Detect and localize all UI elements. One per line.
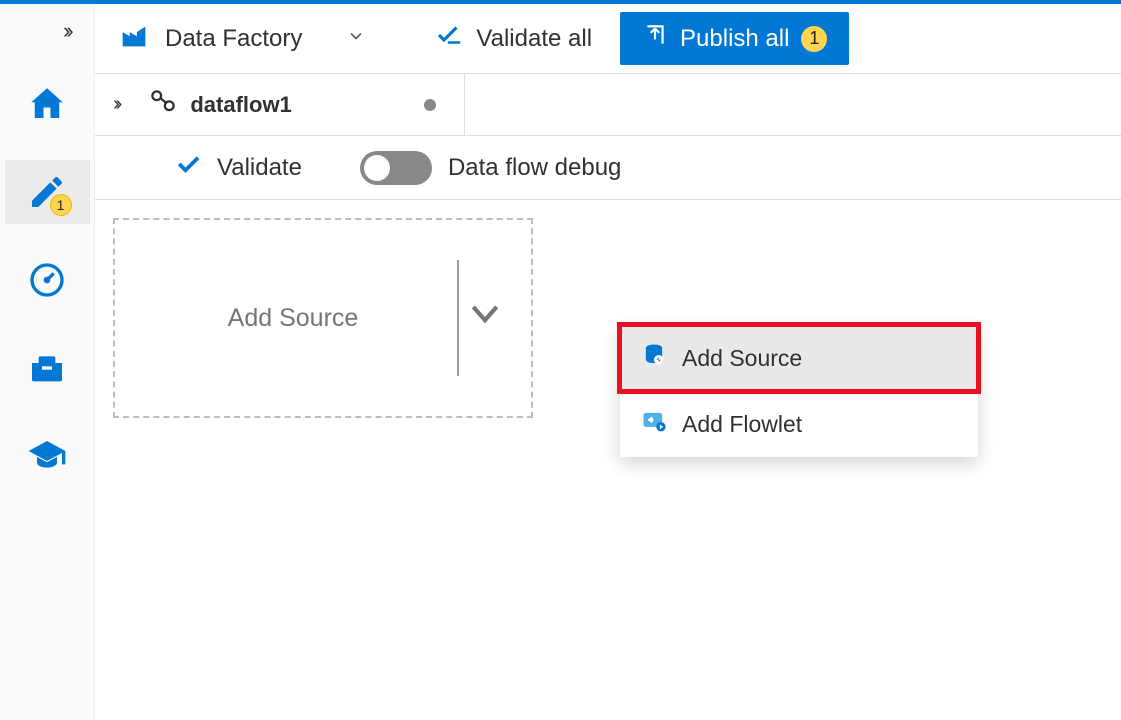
- tab-collapse-button[interactable]: ››: [95, 93, 136, 116]
- dataflow-toolbar: Validate Data flow debug: [95, 136, 1121, 200]
- check-icon: [173, 149, 203, 186]
- debug-toggle[interactable]: [360, 151, 432, 185]
- top-header-bar: Data Factory Validate all Publish all 1: [95, 4, 1121, 74]
- author-badge: 1: [50, 194, 72, 216]
- flowlet-icon: [640, 407, 668, 441]
- toggle-knob: [364, 155, 390, 181]
- nav-manage[interactable]: [5, 336, 90, 400]
- tab-strip: ›› dataflow1: [95, 74, 1121, 136]
- debug-toggle-label: Data flow debug: [448, 154, 621, 182]
- validate-all-label: Validate all: [476, 25, 592, 53]
- database-icon: [640, 341, 668, 375]
- collapse-rail-button[interactable]: ››: [55, 14, 78, 48]
- validate-all-button[interactable]: Validate all: [424, 14, 602, 63]
- dropdown-add-flowlet[interactable]: Add Flowlet: [620, 391, 978, 457]
- tab-dataflow1[interactable]: dataflow1: [136, 74, 464, 135]
- publish-all-button[interactable]: Publish all 1: [620, 12, 849, 65]
- nav-author[interactable]: 1: [5, 160, 90, 224]
- dropdown-add-source[interactable]: Add Source: [620, 325, 978, 391]
- factory-selector[interactable]: Data Factory: [107, 12, 376, 65]
- main-panel: Data Factory Validate all Publish all 1: [95, 4, 1121, 720]
- checklist-icon: [434, 20, 464, 57]
- dataflow-icon: [148, 87, 178, 123]
- tab-title: dataflow1: [190, 92, 291, 118]
- dropdown-add-flowlet-label: Add Flowlet: [682, 411, 802, 438]
- publish-label: Publish all: [680, 25, 789, 53]
- toolbox-icon: [27, 348, 67, 388]
- factory-label-text: Data Factory: [165, 25, 302, 53]
- nav-monitor[interactable]: [5, 248, 90, 312]
- dropdown-add-source-label: Add Source: [682, 345, 802, 372]
- factory-icon: [117, 18, 151, 59]
- debug-toggle-group: Data flow debug: [360, 151, 621, 185]
- unsaved-dot-icon: [424, 99, 436, 111]
- expand-chevron-icon[interactable]: [465, 294, 505, 343]
- publish-count-badge: 1: [801, 26, 827, 52]
- nav-home[interactable]: [5, 72, 90, 136]
- left-nav-rail: ›› 1: [0, 4, 95, 720]
- validate-button[interactable]: Validate: [173, 149, 302, 186]
- add-source-placeholder[interactable]: Add Source: [113, 218, 533, 418]
- home-icon: [27, 84, 67, 124]
- graduation-cap-icon: [27, 436, 67, 476]
- add-source-dropdown: Add Source Add Flowlet: [620, 325, 978, 457]
- nav-learn[interactable]: [5, 424, 90, 488]
- publish-icon: [642, 22, 668, 55]
- chevron-down-icon: [346, 26, 366, 51]
- add-source-placeholder-label: Add Source: [228, 304, 359, 333]
- app-layout: ›› 1: [0, 4, 1121, 720]
- gauge-icon: [27, 260, 67, 300]
- placeholder-divider: [457, 260, 459, 376]
- validate-label: Validate: [217, 154, 302, 182]
- dataflow-canvas[interactable]: Add Source Add Source Add Flow: [95, 200, 1121, 720]
